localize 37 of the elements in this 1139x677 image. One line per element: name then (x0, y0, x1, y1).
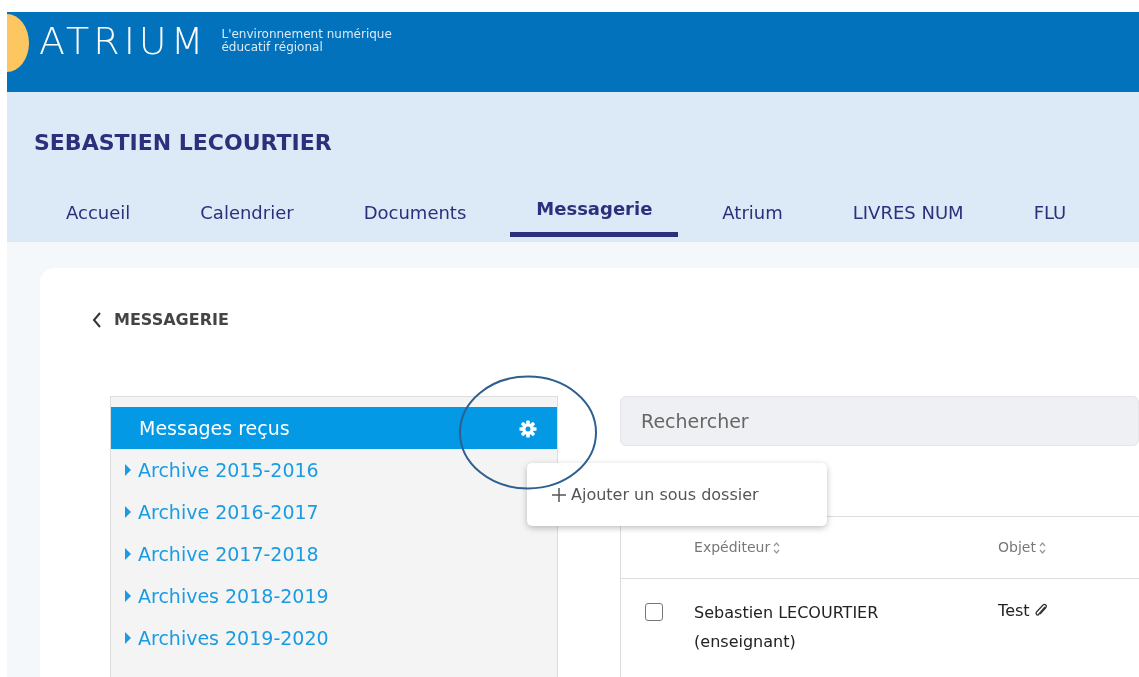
back-chevron-icon[interactable] (92, 311, 102, 329)
expand-triangle-icon[interactable] (124, 547, 132, 561)
sort-icon[interactable] (1039, 542, 1046, 554)
column-header[interactable]: Expéditeur (694, 538, 771, 555)
settings-icon[interactable] (519, 420, 538, 439)
nav-tab[interactable]: LIVRES NUM (852, 199, 964, 237)
expand-triangle-icon[interactable] (124, 631, 132, 645)
nav-tab[interactable]: FLU (1033, 199, 1067, 237)
nav-tab[interactable]: Calendrier (200, 199, 294, 237)
folder-item[interactable]: Messages reçus (111, 407, 558, 449)
folder-label: Archives 2018-2019 (138, 583, 329, 609)
folder-label: Archive 2015-2016 (138, 457, 319, 483)
expand-triangle-icon[interactable] (124, 505, 132, 519)
nav-tab[interactable]: Accueil (66, 199, 131, 237)
row-checkbox[interactable] (645, 603, 664, 621)
nav-tab[interactable]: Atrium (722, 199, 783, 237)
folder-item[interactable]: Archives 2019-2020 (111, 617, 558, 659)
logo-text[interactable]: ATRIUM (39, 12, 208, 70)
folder-label: Archive 2017-2018 (138, 541, 319, 567)
breadcrumb-title: MESSAGERIE (114, 309, 229, 331)
sender-name: Sebastien LECOURTIER (enseignant) (694, 603, 879, 651)
plus-icon (551, 486, 567, 503)
folder-item[interactable]: Archives 2018-2019 (111, 575, 558, 617)
nav-tab[interactable]: Messagerie (510, 193, 679, 237)
expand-triangle-icon[interactable] (124, 589, 132, 603)
folder-label: Archives 2019-2020 (138, 625, 329, 651)
nav-tab[interactable]: Documents (363, 199, 467, 237)
folder-label: Archive 2016-2017 (138, 499, 319, 525)
column-header[interactable]: Objet (998, 539, 1036, 555)
folder-item[interactable]: Archive 2017-2018 (111, 533, 558, 575)
sort-icon[interactable] (773, 541, 781, 554)
message-subject: Test (998, 600, 1030, 622)
logo-tagline: L'environnement numérique éducatif régional (221, 27, 392, 55)
user-name: SEBASTIEN LECOURTIER (34, 129, 333, 157)
expand-triangle-icon[interactable] (124, 463, 132, 477)
search-field[interactable]: Rechercher (620, 396, 1139, 446)
folder-label: Messages reçus (139, 415, 290, 441)
